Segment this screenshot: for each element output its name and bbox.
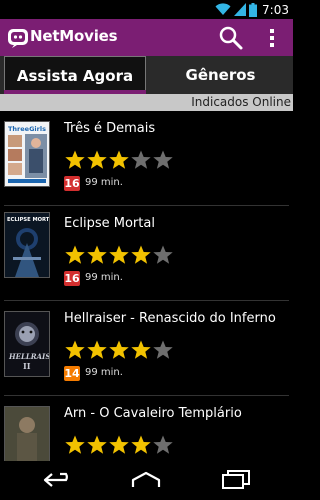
back-icon[interactable] bbox=[42, 469, 76, 491]
star-filled-icon bbox=[65, 435, 85, 454]
movie-title: Três é Demais bbox=[64, 121, 156, 136]
age-rating-badge: 16 bbox=[64, 271, 80, 286]
poster-art: HELLRAISER II bbox=[5, 312, 49, 376]
star-filled-icon bbox=[131, 435, 151, 454]
section-header: Indicados Online bbox=[0, 94, 293, 111]
navigation-bar bbox=[0, 461, 293, 500]
movie-poster: ThreeGirls bbox=[4, 121, 50, 187]
star-filled-icon bbox=[87, 150, 107, 169]
age-rating-badge: 16 bbox=[64, 176, 80, 191]
tab-generos[interactable]: Gêneros bbox=[148, 56, 293, 94]
movie-title: Hellraiser - Renascido do Inferno bbox=[64, 311, 276, 326]
status-bar: 7:03 bbox=[0, 0, 293, 19]
star-rating bbox=[64, 149, 174, 171]
star-filled-icon bbox=[131, 245, 151, 264]
star-filled-icon bbox=[131, 340, 151, 359]
section-title: Indicados Online bbox=[191, 95, 291, 109]
svg-text:II: II bbox=[23, 361, 31, 371]
poster-art: ThreeGirls bbox=[5, 122, 49, 186]
star-filled-icon bbox=[109, 150, 129, 169]
star-empty-icon bbox=[153, 340, 173, 359]
star-empty-icon bbox=[153, 245, 173, 264]
star-filled-icon bbox=[87, 340, 107, 359]
svg-text:HELLRAISER: HELLRAISER bbox=[8, 352, 49, 361]
movie-title: Eclipse Mortal bbox=[64, 216, 155, 231]
overflow-menu-icon[interactable] bbox=[266, 27, 278, 49]
star-filled-icon bbox=[65, 245, 85, 264]
star-empty-icon bbox=[153, 435, 173, 454]
movie-duration: 99 min. bbox=[85, 177, 123, 188]
list-item[interactable]: ECLIPSE MORTAL Eclipse Mortal 16 99 min. bbox=[0, 206, 293, 302]
app-title: NetMovies bbox=[30, 27, 118, 45]
star-filled-icon bbox=[87, 245, 107, 264]
age-rating-badge: 14 bbox=[64, 366, 80, 381]
movie-poster: ECLIPSE MORTAL bbox=[4, 212, 50, 278]
status-time: 7:03 bbox=[262, 2, 289, 17]
status-icons: 7:03 bbox=[215, 1, 289, 18]
star-rating bbox=[64, 434, 174, 456]
star-empty-icon bbox=[153, 150, 173, 169]
star-filled-icon bbox=[109, 245, 129, 264]
star-filled-icon bbox=[87, 435, 107, 454]
list-item[interactable]: ThreeGirls Três é Demais 16 99 min. bbox=[0, 111, 293, 207]
star-rating bbox=[64, 244, 174, 266]
home-icon[interactable] bbox=[129, 469, 163, 491]
tab-bar: Assista Agora Gêneros bbox=[0, 56, 293, 94]
movie-duration: 99 min. bbox=[85, 367, 123, 378]
list-item[interactable]: HELLRAISER II Hellraiser - Renascido do … bbox=[0, 301, 293, 397]
movie-duration: 99 min. bbox=[85, 272, 123, 283]
movie-poster: HELLRAISER II bbox=[4, 311, 50, 377]
star-filled-icon bbox=[65, 150, 85, 169]
star-filled-icon bbox=[65, 340, 85, 359]
star-empty-icon bbox=[131, 150, 151, 169]
netmovies-logo-icon bbox=[8, 29, 28, 48]
svg-text:ECLIPSE MORTAL: ECLIPSE MORTAL bbox=[7, 217, 49, 223]
movie-poster: ARN bbox=[4, 406, 50, 461]
poster-art: ARN bbox=[5, 407, 49, 461]
action-bar: NetMovies bbox=[0, 19, 293, 56]
movie-title: Arn - O Cavaleiro Templário bbox=[64, 406, 242, 421]
recent-apps-icon[interactable] bbox=[219, 469, 253, 491]
search-icon[interactable] bbox=[218, 25, 244, 51]
star-rating bbox=[64, 339, 174, 361]
signal-icon bbox=[234, 3, 247, 16]
tab-assista-agora[interactable]: Assista Agora bbox=[4, 56, 146, 94]
star-filled-icon bbox=[109, 340, 129, 359]
svg-text:ThreeGirls: ThreeGirls bbox=[8, 125, 46, 133]
star-filled-icon bbox=[109, 435, 129, 454]
poster-art: ECLIPSE MORTAL bbox=[5, 213, 49, 277]
movie-list[interactable]: ThreeGirls Três é Demais 16 99 min. ECLI… bbox=[0, 111, 293, 461]
list-item[interactable]: ARN Arn - O Cavaleiro Templário bbox=[0, 396, 293, 461]
battery-icon bbox=[249, 2, 258, 17]
wifi-icon bbox=[215, 3, 231, 16]
